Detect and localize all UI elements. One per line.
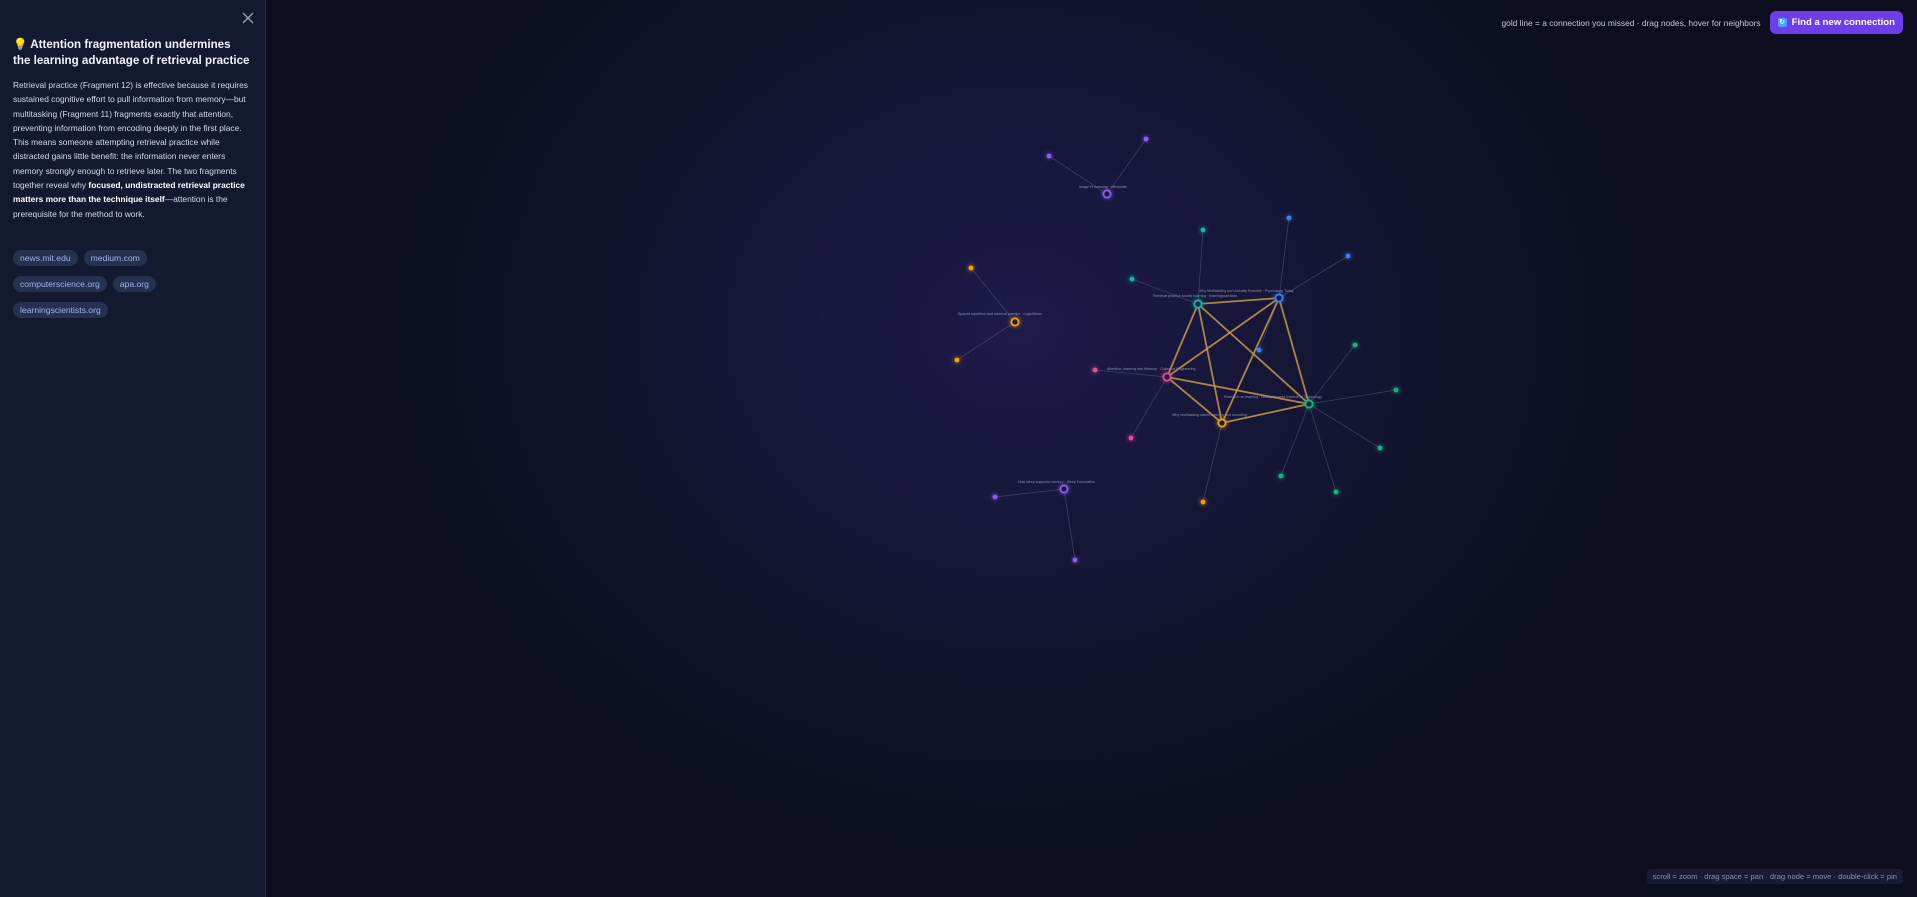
graph-leaf-node[interactable] (1345, 253, 1351, 259)
graph-node-label: Why Multitasking Isn't Actually Possible… (1199, 289, 1294, 293)
graph-leaf-node[interactable] (1128, 435, 1134, 441)
graph-edge (1278, 217, 1290, 299)
missed-connection-edge (1166, 376, 1310, 405)
lightbulb-icon: 💡 (13, 38, 28, 51)
source-tag[interactable]: medium.com (83, 250, 147, 266)
insight-panel: 💡 Attention fragmentation undermines the… (0, 0, 266, 897)
graph-leaf-node[interactable] (1072, 557, 1078, 563)
graph-leaf-node[interactable] (968, 265, 974, 271)
graph-leaf-node[interactable] (1286, 215, 1292, 221)
graph-leaf-node[interactable] (1278, 473, 1284, 479)
graph-edge (1308, 403, 1337, 493)
find-connection-button[interactable]: ↻ Find a new connection (1769, 11, 1903, 34)
graph-leaf-node[interactable] (1200, 499, 1206, 505)
graph-leaf-node[interactable] (1352, 342, 1358, 348)
controls-hint: scroll = zoom · drag space = pan · drag … (1646, 869, 1903, 884)
graph-hub-node[interactable] (1059, 484, 1069, 494)
graph-edge (1130, 376, 1168, 439)
graph-leaf-node[interactable] (1046, 153, 1052, 159)
missed-connection-edge (1197, 297, 1280, 305)
graph-edge (1308, 389, 1397, 405)
source-tag[interactable]: news.mit.edu (13, 250, 78, 266)
app-window: Image Processing · Wikipedia Spaced repet… (0, 0, 1917, 897)
graph-node-label: Attention, learning and Memory · College… (1107, 367, 1196, 371)
insight-title-line1: Attention fragmentation undermines (30, 38, 231, 51)
graph-leaf-node[interactable] (954, 357, 960, 363)
close-icon[interactable] (240, 10, 256, 26)
graph-node-label: Image Processing · Wikipedia (1079, 185, 1127, 189)
source-tags: news.mit.edu medium.com computerscience.o… (13, 248, 253, 326)
graph-hub-node[interactable] (1304, 399, 1314, 409)
graph-leaf-node[interactable] (992, 494, 998, 500)
source-tag[interactable]: computerscience.org (13, 276, 107, 292)
source-tag[interactable]: learningscientists.org (13, 302, 108, 318)
knowledge-graph[interactable]: Image Processing · Wikipedia Spaced repet… (0, 0, 1917, 897)
missed-connection-edge (1221, 297, 1280, 424)
graph-leaf-node[interactable] (1129, 276, 1135, 282)
insight-body: Retrieval practice (Fragment 12) is effe… (13, 78, 255, 221)
graph-leaf-node[interactable] (1200, 227, 1206, 233)
refresh-icon: ↻ (1777, 18, 1787, 27)
graph-node-label: How sleep supports memory · Sleep Founda… (1018, 480, 1095, 484)
graph-node-label: Research on learning · Massachusetts Ins… (1224, 395, 1322, 399)
graph-edge (1131, 278, 1199, 305)
graph-edge (994, 488, 1065, 498)
graph-hub-node[interactable] (1162, 372, 1172, 382)
graph-hub-node[interactable] (1217, 418, 1227, 428)
toolbar: gold line = a connection you missed · dr… (1501, 11, 1903, 34)
graph-edge (1094, 369, 1168, 378)
graph-edge (1308, 403, 1381, 449)
graph-hub-node[interactable] (1193, 299, 1203, 309)
graph-edge (1280, 403, 1310, 477)
graph-edge (1202, 422, 1223, 503)
graph-node-label: Retrieval practice boosts learning · lea… (1153, 294, 1237, 298)
graph-hub-node[interactable] (1010, 317, 1020, 327)
graph-leaf-node[interactable] (1143, 136, 1149, 142)
graph-leaf-node[interactable] (1377, 445, 1383, 451)
graph-leaf-node[interactable] (1256, 347, 1262, 353)
insight-body-part1: Retrieval practice (Fragment 12) is effe… (13, 80, 248, 191)
graph-node-label: Why multitasking harms memory and encodi… (1172, 413, 1247, 417)
graph-hub-node[interactable] (1274, 293, 1284, 303)
insight-title-line2: the learning advantage of retrieval prac… (13, 54, 250, 67)
graph-leaf-node[interactable] (1333, 489, 1339, 495)
graph-leaf-node[interactable] (1092, 367, 1098, 373)
graph-leaf-node[interactable] (1393, 387, 1399, 393)
find-connection-label: Find a new connection (1791, 17, 1895, 28)
missed-connection-edge (1278, 297, 1310, 405)
graph-hub-node[interactable] (1102, 189, 1112, 199)
graph-edge (1063, 488, 1076, 561)
graph-node-label: Spaced repetition and retrieval practice… (958, 312, 1042, 316)
graph-hint: gold line = a connection you missed · dr… (1501, 17, 1761, 28)
graph-edge (956, 321, 1016, 361)
source-tag[interactable]: apa.org (112, 276, 156, 292)
insight-title: 💡 Attention fragmentation undermines the… (13, 37, 253, 69)
